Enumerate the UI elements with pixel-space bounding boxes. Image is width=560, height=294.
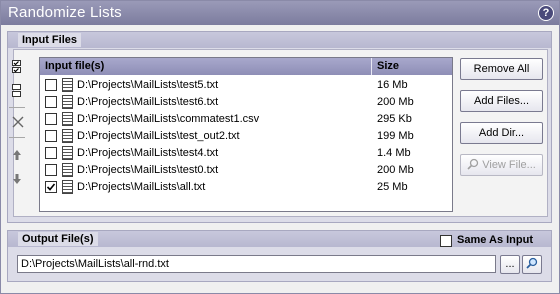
table-row[interactable]: D:\Projects\MailLists\commatest1.csv 295… bbox=[40, 111, 452, 128]
column-header-file[interactable]: Input file(s) bbox=[45, 60, 104, 72]
output-files-title: Output File(s) bbox=[18, 232, 98, 246]
text-file-icon bbox=[62, 180, 73, 194]
move-down-icon[interactable] bbox=[11, 172, 23, 186]
view-file-label: View File... bbox=[482, 159, 536, 171]
text-file-icon bbox=[62, 95, 73, 109]
table-row[interactable]: D:\Projects\MailLists\all.txt 25 Mb bbox=[40, 179, 452, 196]
file-size: 200 Mb bbox=[377, 96, 414, 108]
help-button[interactable]: ? bbox=[538, 5, 554, 21]
file-size: 1.4 Mb bbox=[377, 147, 411, 159]
side-divider bbox=[9, 137, 25, 138]
row-checkbox[interactable] bbox=[45, 147, 57, 159]
file-path: D:\Projects\MailLists\test6.txt bbox=[77, 96, 219, 108]
row-checkbox[interactable] bbox=[45, 164, 57, 176]
randomize-lists-window: Randomize Lists ? Input Files Input file… bbox=[0, 0, 560, 294]
file-path: D:\Projects\MailLists\test0.txt bbox=[77, 164, 219, 176]
view-output-button[interactable] bbox=[522, 255, 542, 274]
column-header-size[interactable]: Size bbox=[377, 60, 399, 72]
text-file-icon bbox=[62, 112, 73, 126]
table-row[interactable]: D:\Projects\MailLists\test6.txt 200 Mb bbox=[40, 94, 452, 111]
file-size: 295 Kb bbox=[377, 113, 412, 125]
text-file-icon bbox=[62, 146, 73, 160]
add-dir-button[interactable]: Add Dir... bbox=[460, 122, 543, 144]
delete-icon[interactable] bbox=[11, 115, 24, 129]
file-size: 25 Mb bbox=[377, 181, 408, 193]
row-checkbox[interactable] bbox=[45, 113, 57, 125]
output-path-field[interactable]: D:\Projects\MailLists\all-rnd.txt bbox=[17, 255, 496, 273]
magnifier-icon bbox=[467, 158, 479, 170]
table-row[interactable]: D:\Projects\MailLists\test4.txt 1.4 Mb bbox=[40, 145, 452, 162]
remove-all-button[interactable]: Remove All bbox=[460, 58, 543, 80]
same-as-input-label: Same As Input bbox=[457, 234, 533, 246]
file-path: D:\Projects\MailLists\test4.txt bbox=[77, 147, 219, 159]
browse-button[interactable]: ... bbox=[500, 255, 520, 274]
input-files-list[interactable]: Input file(s) Size D:\Projects\MailLists… bbox=[39, 57, 453, 212]
file-path: D:\Projects\MailLists\test_out2.txt bbox=[77, 130, 240, 142]
table-row[interactable]: D:\Projects\MailLists\test_out2.txt 199 … bbox=[40, 128, 452, 145]
same-as-input-box[interactable] bbox=[440, 235, 452, 247]
row-checkbox[interactable] bbox=[45, 79, 57, 91]
text-file-icon bbox=[62, 163, 73, 177]
view-file-button[interactable]: View File... bbox=[460, 154, 543, 176]
row-checkbox[interactable] bbox=[45, 130, 57, 142]
list-header: Input file(s) Size bbox=[40, 58, 452, 75]
side-divider bbox=[9, 107, 25, 108]
text-file-icon bbox=[62, 78, 73, 92]
table-row[interactable]: D:\Projects\MailLists\test5.txt 16 Mb bbox=[40, 77, 452, 94]
window-title: Randomize Lists bbox=[8, 4, 122, 21]
magnifier-icon bbox=[526, 257, 538, 269]
row-checkbox[interactable] bbox=[45, 96, 57, 108]
check-all-icon[interactable] bbox=[11, 60, 23, 74]
table-row[interactable]: D:\Projects\MailLists\test0.txt 200 Mb bbox=[40, 162, 452, 179]
file-size: 16 Mb bbox=[377, 79, 408, 91]
add-files-button[interactable]: Add Files... bbox=[460, 90, 543, 112]
file-size: 199 Mb bbox=[377, 130, 414, 142]
file-path: D:\Projects\MailLists\commatest1.csv bbox=[77, 113, 260, 125]
row-checkbox-checked[interactable] bbox=[45, 181, 57, 193]
column-divider[interactable] bbox=[371, 58, 372, 75]
file-path: D:\Projects\MailLists\all.txt bbox=[77, 181, 206, 193]
move-up-icon[interactable] bbox=[11, 148, 23, 162]
text-file-icon bbox=[62, 129, 73, 143]
title-bar: Randomize Lists ? bbox=[1, 1, 559, 25]
checkmark-icon bbox=[46, 183, 56, 191]
uncheck-all-icon[interactable] bbox=[11, 84, 23, 98]
input-files-header: Input Files bbox=[8, 32, 551, 48]
input-files-title: Input Files bbox=[18, 33, 81, 47]
file-path: D:\Projects\MailLists\test5.txt bbox=[77, 79, 219, 91]
file-size: 200 Mb bbox=[377, 164, 414, 176]
